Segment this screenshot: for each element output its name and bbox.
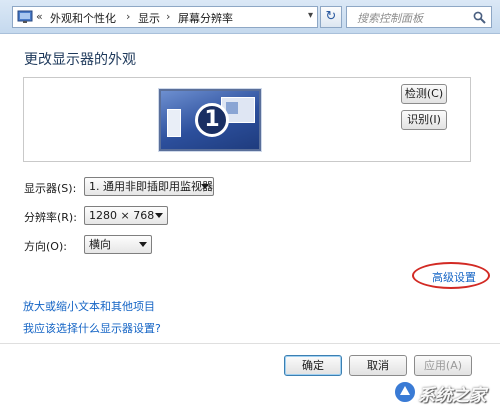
breadcrumb-display[interactable]: 显示 bbox=[138, 10, 160, 26]
address-bar: « 外观和个性化 › 显示 › 屏幕分辨率 ▾ ↻ 搜索控制面板 bbox=[0, 0, 500, 34]
monitor-1-thumbnail[interactable]: 1 bbox=[159, 89, 261, 151]
breadcrumb-separator-icon[interactable]: › bbox=[126, 10, 130, 23]
breadcrumb-appearance[interactable]: 外观和个性化 bbox=[50, 10, 116, 26]
monitor-number-badge: 1 bbox=[195, 103, 229, 137]
breadcrumb-screen-resolution[interactable]: 屏幕分辨率 bbox=[178, 10, 233, 26]
resolution-label: 分辨率(R): bbox=[24, 211, 77, 224]
identify-button[interactable]: 识别(I) bbox=[401, 110, 447, 130]
search-placeholder: 搜索控制面板 bbox=[357, 12, 423, 25]
chevron-down-icon[interactable]: ▾ bbox=[308, 10, 313, 21]
watermark-text: 系统之家 bbox=[418, 386, 486, 406]
chevron-down-icon bbox=[155, 213, 163, 218]
which-settings-link[interactable]: 我应该选择什么显示器设置? bbox=[23, 320, 161, 336]
search-icon[interactable] bbox=[473, 11, 486, 24]
display-label: 显示器(S): bbox=[24, 182, 77, 195]
display-select[interactable]: 1. 通用非即插即用监视器 bbox=[84, 177, 214, 196]
search-input[interactable]: 搜索控制面板 bbox=[346, 6, 492, 28]
monitor-window-icon bbox=[167, 109, 181, 137]
detect-button[interactable]: 检测(C) bbox=[401, 84, 447, 104]
ok-button[interactable]: 确定 bbox=[284, 355, 342, 376]
breadcrumb-separator-icon[interactable]: › bbox=[166, 10, 170, 23]
chevron-down-icon bbox=[139, 242, 147, 247]
page-title: 更改显示器的外观 bbox=[24, 52, 136, 68]
watermark-logo-icon bbox=[393, 380, 417, 404]
watermark: 系统之家 bbox=[392, 377, 498, 407]
chevron-down-icon bbox=[201, 184, 209, 189]
highlight-ellipse bbox=[412, 262, 490, 289]
orientation-label: 方向(O): bbox=[24, 240, 67, 253]
resolution-select[interactable]: 1280 × 768 bbox=[84, 206, 168, 225]
orientation-select[interactable]: 横向 bbox=[84, 235, 152, 254]
refresh-button[interactable]: ↻ bbox=[320, 6, 342, 28]
refresh-icon: ↻ bbox=[325, 9, 337, 24]
resolution-select-value: 1280 × 768 bbox=[89, 209, 155, 222]
back-chevron-icon[interactable]: « bbox=[36, 10, 43, 23]
text-size-link[interactable]: 放大或缩小文本和其他项目 bbox=[23, 298, 155, 314]
control-panel-icon bbox=[17, 10, 33, 23]
orientation-select-value: 横向 bbox=[89, 238, 111, 251]
cancel-button[interactable]: 取消 bbox=[349, 355, 407, 376]
divider bbox=[0, 343, 500, 344]
apply-button[interactable]: 应用(A) bbox=[414, 355, 472, 376]
display-select-value: 1. 通用非即插即用监视器 bbox=[89, 180, 213, 193]
breadcrumb[interactable]: « 外观和个性化 › 显示 › 屏幕分辨率 ▾ bbox=[12, 6, 318, 28]
